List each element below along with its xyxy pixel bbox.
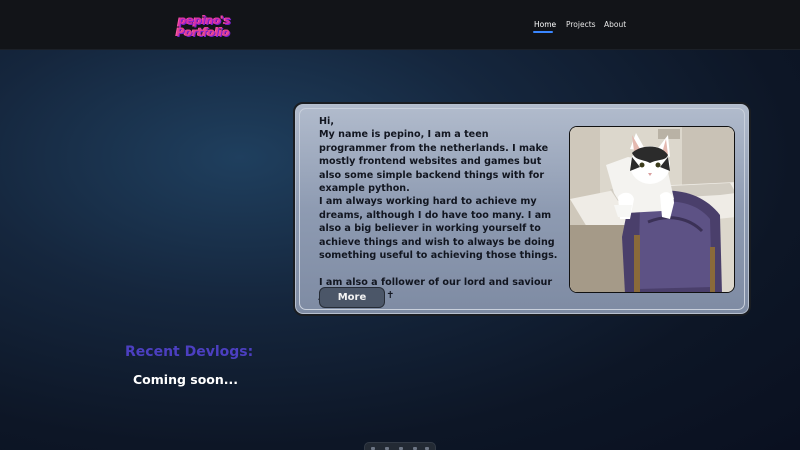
nav-projects-link[interactable]: Projects [566, 20, 596, 29]
more-button[interactable]: More [319, 287, 385, 308]
logo-line-2: Portfolio [176, 25, 230, 39]
cat-photo-illustration [570, 127, 734, 292]
more-button-label: More [337, 292, 367, 303]
top-navbar: pepino's Portfolio Home Projects About [0, 0, 800, 50]
active-nav-indicator [533, 31, 553, 33]
recent-devlogs-heading: Recent Devlogs: [125, 344, 254, 360]
nav-about-link[interactable]: About [604, 20, 626, 29]
devlogs-status-text: Coming soon... [133, 372, 239, 387]
bio-text: Hi, My name is pepino, I am a teen progr… [319, 116, 558, 302]
site-logo[interactable]: pepino's Portfolio [176, 14, 234, 42]
nav-home-link[interactable]: Home [534, 20, 556, 29]
bottom-dock[interactable] [364, 442, 436, 450]
cat-photo [569, 126, 735, 293]
